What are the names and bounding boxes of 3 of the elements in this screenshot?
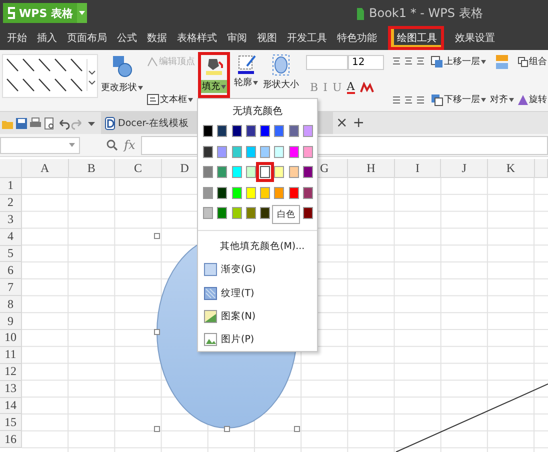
window-title: Book1 * - WPS 表格 [369, 5, 483, 22]
tooltip: 白色 [272, 205, 300, 224]
edit-points-button: 编辑顶点 [146, 54, 196, 69]
